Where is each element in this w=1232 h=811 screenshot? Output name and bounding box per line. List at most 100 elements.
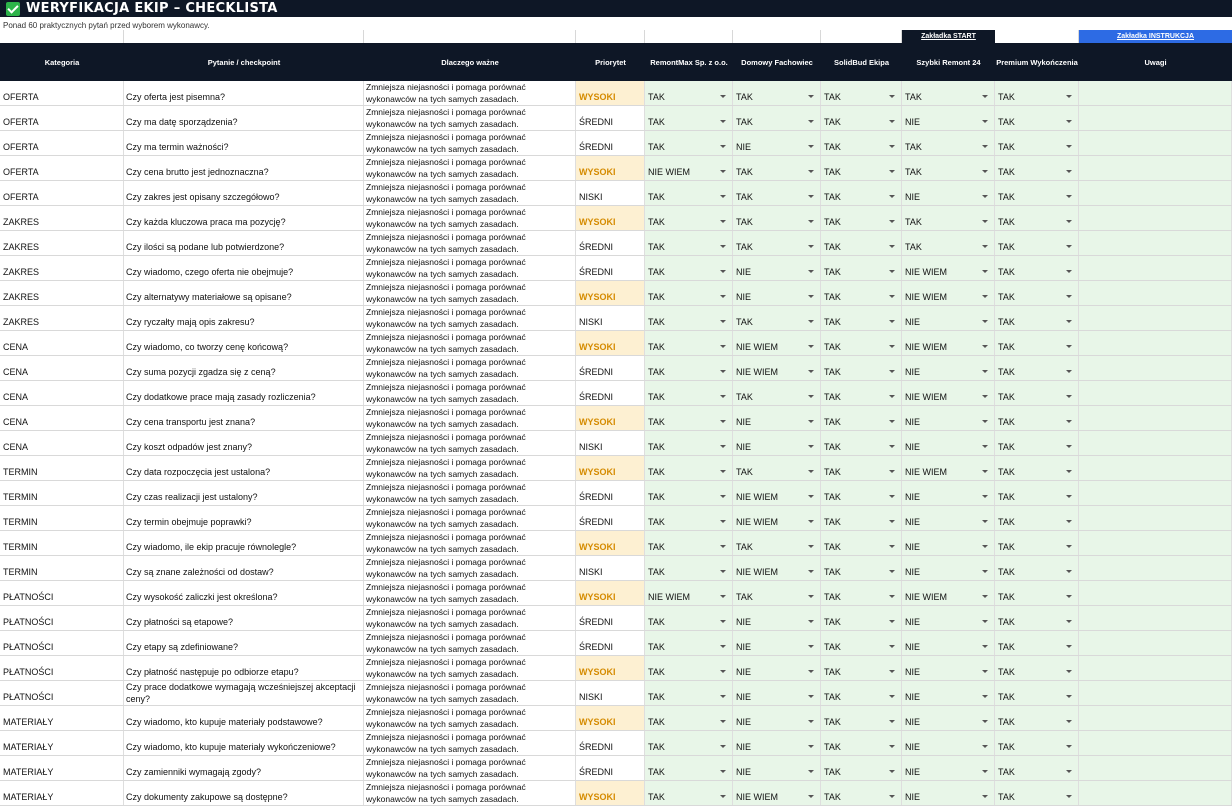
answer-dropdown[interactable]: TAK bbox=[995, 756, 1079, 780]
dropdown-arrow-icon[interactable] bbox=[889, 220, 895, 223]
answer-dropdown[interactable]: TAK bbox=[995, 431, 1079, 455]
dropdown-arrow-icon[interactable] bbox=[720, 745, 726, 748]
dropdown-arrow-icon[interactable] bbox=[982, 470, 988, 473]
dropdown-arrow-icon[interactable] bbox=[889, 195, 895, 198]
dropdown-arrow-icon[interactable] bbox=[1066, 770, 1072, 773]
dropdown-arrow-icon[interactable] bbox=[808, 720, 814, 723]
dropdown-arrow-icon[interactable] bbox=[720, 595, 726, 598]
notes-cell[interactable] bbox=[1079, 531, 1232, 555]
answer-dropdown[interactable]: TAK bbox=[821, 506, 902, 530]
dropdown-arrow-icon[interactable] bbox=[982, 345, 988, 348]
answer-dropdown[interactable]: TAK bbox=[645, 181, 733, 205]
answer-dropdown[interactable]: TAK bbox=[645, 331, 733, 355]
answer-dropdown[interactable]: TAK bbox=[995, 556, 1079, 580]
dropdown-arrow-icon[interactable] bbox=[982, 595, 988, 598]
answer-dropdown[interactable]: NIE bbox=[902, 781, 995, 805]
dropdown-arrow-icon[interactable] bbox=[1066, 170, 1072, 173]
priority-cell[interactable]: ŚREDNI bbox=[576, 131, 645, 155]
dropdown-arrow-icon[interactable] bbox=[720, 645, 726, 648]
dropdown-arrow-icon[interactable] bbox=[889, 620, 895, 623]
answer-dropdown[interactable]: TAK bbox=[645, 506, 733, 530]
notes-cell[interactable] bbox=[1079, 256, 1232, 280]
notes-cell[interactable] bbox=[1079, 81, 1232, 105]
answer-dropdown[interactable]: NIE bbox=[733, 631, 821, 655]
answer-dropdown[interactable]: TAK bbox=[645, 731, 733, 755]
answer-dropdown[interactable]: TAK bbox=[821, 656, 902, 680]
answer-dropdown[interactable]: TAK bbox=[645, 681, 733, 705]
dropdown-arrow-icon[interactable] bbox=[982, 795, 988, 798]
priority-cell[interactable]: WYSOKI bbox=[576, 581, 645, 605]
answer-dropdown[interactable]: TAK bbox=[733, 156, 821, 180]
answer-dropdown[interactable]: NIE bbox=[733, 681, 821, 705]
answer-dropdown[interactable]: NIE bbox=[902, 306, 995, 330]
dropdown-arrow-icon[interactable] bbox=[982, 570, 988, 573]
dropdown-arrow-icon[interactable] bbox=[1066, 595, 1072, 598]
answer-dropdown[interactable]: NIE bbox=[902, 106, 995, 130]
dropdown-arrow-icon[interactable] bbox=[982, 620, 988, 623]
answer-dropdown[interactable]: TAK bbox=[995, 306, 1079, 330]
dropdown-arrow-icon[interactable] bbox=[1066, 345, 1072, 348]
dropdown-arrow-icon[interactable] bbox=[1066, 570, 1072, 573]
answer-dropdown[interactable]: TAK bbox=[821, 706, 902, 730]
dropdown-arrow-icon[interactable] bbox=[889, 420, 895, 423]
answer-dropdown[interactable]: TAK bbox=[821, 156, 902, 180]
answer-dropdown[interactable]: NIE bbox=[733, 656, 821, 680]
priority-cell[interactable]: ŚREDNI bbox=[576, 231, 645, 255]
priority-cell[interactable]: NISKI bbox=[576, 306, 645, 330]
notes-cell[interactable] bbox=[1079, 131, 1232, 155]
dropdown-arrow-icon[interactable] bbox=[720, 395, 726, 398]
dropdown-arrow-icon[interactable] bbox=[982, 195, 988, 198]
dropdown-arrow-icon[interactable] bbox=[889, 445, 895, 448]
notes-cell[interactable] bbox=[1079, 631, 1232, 655]
dropdown-arrow-icon[interactable] bbox=[808, 195, 814, 198]
answer-dropdown[interactable]: TAK bbox=[821, 381, 902, 405]
dropdown-arrow-icon[interactable] bbox=[808, 245, 814, 248]
answer-dropdown[interactable]: TAK bbox=[645, 631, 733, 655]
dropdown-arrow-icon[interactable] bbox=[1066, 270, 1072, 273]
answer-dropdown[interactable]: NIE WIEM bbox=[902, 331, 995, 355]
answer-dropdown[interactable]: TAK bbox=[733, 306, 821, 330]
dropdown-arrow-icon[interactable] bbox=[1066, 145, 1072, 148]
notes-cell[interactable] bbox=[1079, 681, 1232, 705]
answer-dropdown[interactable]: TAK bbox=[733, 381, 821, 405]
notes-cell[interactable] bbox=[1079, 656, 1232, 680]
dropdown-arrow-icon[interactable] bbox=[982, 695, 988, 698]
answer-dropdown[interactable]: TAK bbox=[733, 81, 821, 105]
answer-dropdown[interactable]: TAK bbox=[821, 106, 902, 130]
answer-dropdown[interactable]: TAK bbox=[821, 256, 902, 280]
priority-cell[interactable]: WYSOKI bbox=[576, 406, 645, 430]
dropdown-arrow-icon[interactable] bbox=[889, 395, 895, 398]
dropdown-arrow-icon[interactable] bbox=[808, 695, 814, 698]
answer-dropdown[interactable]: TAK bbox=[821, 181, 902, 205]
dropdown-arrow-icon[interactable] bbox=[982, 645, 988, 648]
dropdown-arrow-icon[interactable] bbox=[889, 520, 895, 523]
answer-dropdown[interactable]: NIE bbox=[902, 181, 995, 205]
answer-dropdown[interactable]: NIE bbox=[902, 406, 995, 430]
dropdown-arrow-icon[interactable] bbox=[808, 670, 814, 673]
dropdown-arrow-icon[interactable] bbox=[982, 320, 988, 323]
dropdown-arrow-icon[interactable] bbox=[889, 495, 895, 498]
priority-cell[interactable]: ŚREDNI bbox=[576, 381, 645, 405]
dropdown-arrow-icon[interactable] bbox=[808, 220, 814, 223]
dropdown-arrow-icon[interactable] bbox=[1066, 245, 1072, 248]
notes-cell[interactable] bbox=[1079, 781, 1232, 805]
dropdown-arrow-icon[interactable] bbox=[1066, 370, 1072, 373]
priority-cell[interactable]: ŚREDNI bbox=[576, 756, 645, 780]
answer-dropdown[interactable]: TAK bbox=[821, 131, 902, 155]
dropdown-arrow-icon[interactable] bbox=[808, 145, 814, 148]
dropdown-arrow-icon[interactable] bbox=[808, 420, 814, 423]
notes-cell[interactable] bbox=[1079, 206, 1232, 230]
priority-cell[interactable]: ŚREDNI bbox=[576, 256, 645, 280]
dropdown-arrow-icon[interactable] bbox=[720, 545, 726, 548]
answer-dropdown[interactable]: TAK bbox=[645, 781, 733, 805]
answer-dropdown[interactable]: TAK bbox=[645, 381, 733, 405]
dropdown-arrow-icon[interactable] bbox=[808, 270, 814, 273]
dropdown-arrow-icon[interactable] bbox=[889, 270, 895, 273]
answer-dropdown[interactable]: NIE bbox=[902, 756, 995, 780]
answer-dropdown[interactable]: TAK bbox=[645, 556, 733, 580]
notes-cell[interactable] bbox=[1079, 456, 1232, 480]
dropdown-arrow-icon[interactable] bbox=[982, 145, 988, 148]
answer-dropdown[interactable]: NIE WIEM bbox=[902, 381, 995, 405]
answer-dropdown[interactable]: TAK bbox=[821, 681, 902, 705]
answer-dropdown[interactable]: TAK bbox=[733, 231, 821, 255]
